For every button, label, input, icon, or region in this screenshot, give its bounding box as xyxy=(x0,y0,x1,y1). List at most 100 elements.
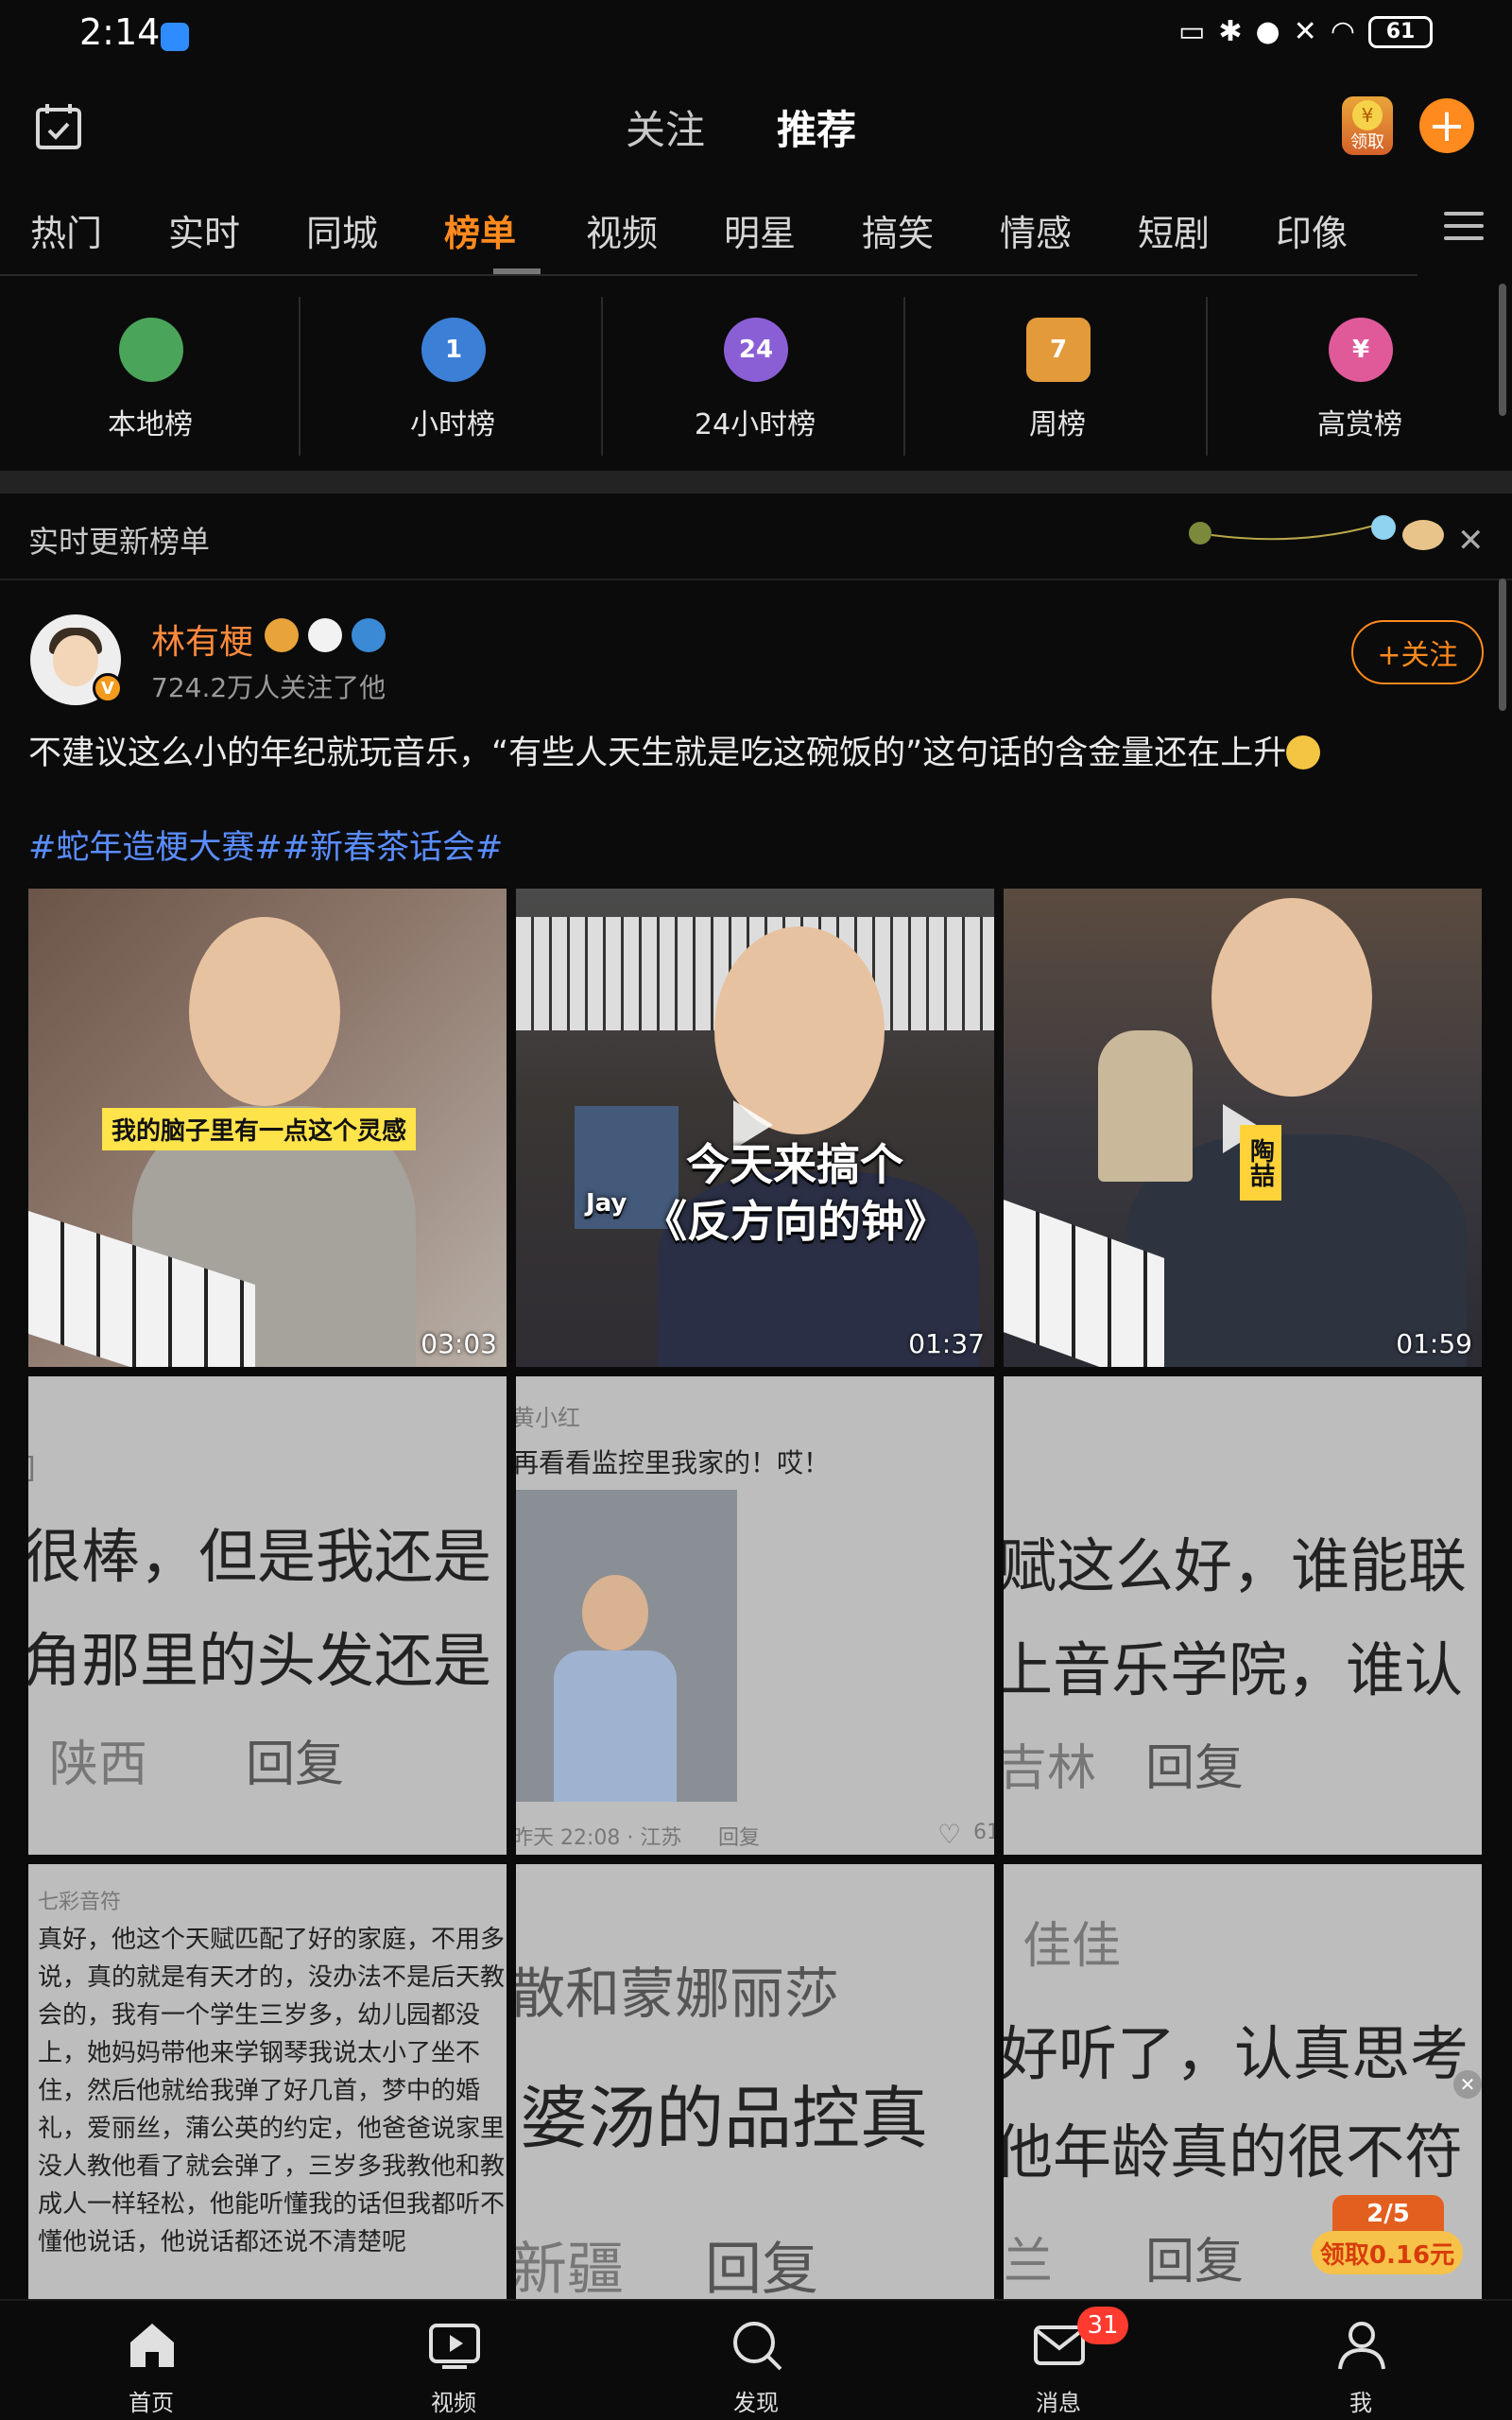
nav-home[interactable]: 首页 xyxy=(0,2301,302,2420)
comment-line1: 好听了，认真思考 xyxy=(1004,2019,1469,2088)
rank-local[interactable]: 本地榜 xyxy=(0,284,301,459)
comment-image-4[interactable]: 七彩音符 真好，他这个天赋匹配了好的家庭，不用多说，真的就是有天才的，没办法不是… xyxy=(28,1864,507,2307)
rank-reward[interactable]: ¥ 高赏榜 xyxy=(1210,284,1510,459)
rank-label: 小时榜 xyxy=(410,408,495,441)
user-badges xyxy=(265,618,386,652)
tab-underline xyxy=(779,156,855,165)
singer-thumb xyxy=(1098,1030,1193,1182)
comment-image-1[interactable]: ] 很棒，但是我还是 角那里的头发还是 陕西 回复 xyxy=(28,1376,507,1855)
location-icon: ● xyxy=(1255,15,1280,48)
figure-head xyxy=(582,1575,648,1651)
heart-yuan-icon: ¥ xyxy=(1329,318,1393,382)
comment-image-2[interactable]: 黄小红 再看看监控里我家的！哎！ 昨天 22:08 · 江苏 回复 ♡ 61 xyxy=(516,1376,994,1855)
nav-discover[interactable]: 发现 xyxy=(605,2301,907,2420)
channel-hot[interactable]: 热门 xyxy=(30,204,102,256)
rank-label: 本地榜 xyxy=(108,408,193,441)
coin-icon: ¥ xyxy=(1352,100,1383,130)
channel-ranking[interactable]: 榜单 xyxy=(444,204,516,256)
cast-icon: ▭ xyxy=(1177,15,1206,48)
tab-recommend[interactable]: 推荐 xyxy=(777,98,857,165)
post-hashtags[interactable]: #蛇年造梗大赛##新春茶话会# xyxy=(28,821,503,869)
nav-label: 消息 xyxy=(1036,2390,1081,2416)
checkin-calendar-icon[interactable] xyxy=(32,100,85,153)
video-duration: 01:59 xyxy=(1396,1328,1472,1359)
comment-user: 佳佳 xyxy=(1022,1918,1122,1975)
scrollbar-thumb[interactable] xyxy=(1499,579,1506,711)
video-caption: 我的脑子里有一点这个灵感 xyxy=(102,1108,417,1150)
map-pin-icon xyxy=(119,318,183,382)
channel-impression[interactable]: 印像 xyxy=(1276,204,1348,256)
comment-line2: 上音乐学院，谁认 xyxy=(1004,1635,1464,1704)
comment-location: 兰 xyxy=(1004,2234,1054,2290)
video-thumbnail-1[interactable]: 我的脑子里有一点这个灵感 03:03 xyxy=(28,889,507,1367)
comment-line2: 他年龄真的很不符 xyxy=(1004,2118,1464,2187)
comment-reply: 回复 xyxy=(246,1737,345,1793)
compose-plus-button[interactable]: + xyxy=(1419,98,1474,153)
promo-widget[interactable]: 2/5 领取0.16元 xyxy=(1312,2195,1463,2278)
comment-paragraph: 真好，他这个天赋匹配了好的家庭，不用多说，真的就是有天才的，没办法不是后天教会的… xyxy=(38,1926,506,2256)
close-icon[interactable]: ✕ xyxy=(1457,522,1485,560)
verified-badge-icon: V xyxy=(93,673,123,703)
vpn-icon xyxy=(161,23,189,51)
realtime-title: 实时更新榜单 xyxy=(28,524,211,560)
follow-button[interactable]: +关注 xyxy=(1351,620,1484,684)
battery-icon: 61 xyxy=(1368,15,1433,48)
rank-24h[interactable]: 24 24小时榜 xyxy=(605,284,905,459)
comment-text: 再看看监控里我家的！哎！ xyxy=(516,1447,831,1478)
comment-reply: 回复 xyxy=(718,1826,761,1850)
rank-label: 24小时榜 xyxy=(694,408,816,441)
channel-row: 热门 实时 同城 榜单 视频 明星 搞笑 情感 短剧 印像 xyxy=(0,185,1418,276)
rank-weekly[interactable]: 7 周榜 xyxy=(907,284,1208,459)
comment-image-5[interactable]: 散和蒙娜丽莎 婆汤的品控真 新疆 回复 xyxy=(516,1864,994,2307)
video-thumbnail-2[interactable]: Jay 今天来搞个 《反方向的钟》 01:37 xyxy=(516,889,994,1367)
tab-follow[interactable]: 关注 xyxy=(626,98,705,156)
user-icon xyxy=(1338,2322,1385,2370)
channel-video[interactable]: 视频 xyxy=(586,204,658,256)
comment-user: 七彩音符 xyxy=(38,1891,122,1914)
nav-me[interactable]: 我 xyxy=(1210,2301,1512,2420)
channel-emotion[interactable]: 情感 xyxy=(1000,204,1072,256)
channel-local[interactable]: 同城 xyxy=(306,204,378,256)
globe-icon xyxy=(352,618,386,652)
follower-count: 724.2万人关注了他 xyxy=(151,672,387,703)
divider xyxy=(903,297,905,456)
nav-video[interactable]: 视频 xyxy=(302,2301,605,2420)
figure-head xyxy=(189,917,340,1106)
wifi-icon: ◠ xyxy=(1330,15,1355,48)
realtime-header: 实时更新榜单 ✕ xyxy=(0,493,1512,580)
comment-location: 新疆 xyxy=(516,2237,624,2303)
channel-divider xyxy=(0,274,1418,276)
comment-location: 吉林 xyxy=(1004,1740,1097,1797)
message-count-badge: 31 xyxy=(1077,2307,1128,2344)
channel-stars[interactable]: 明星 xyxy=(724,204,796,256)
video-thumbnail-3[interactable]: 陶喆 01:59 xyxy=(1004,889,1482,1367)
panda-icon xyxy=(308,618,342,652)
rank-hourly[interactable]: 1 小时榜 xyxy=(302,284,603,459)
channel-menu-icon[interactable] xyxy=(1444,212,1484,242)
section-gap xyxy=(0,471,1512,493)
username[interactable]: 林有梗 xyxy=(151,614,253,664)
nav-label: 我 xyxy=(1349,2390,1372,2416)
album-tag: Jay xyxy=(586,1189,627,1218)
promo-count: 2/5 xyxy=(1332,2195,1444,2233)
comment-reply: 回复 xyxy=(1145,1740,1245,1797)
comment-photo xyxy=(516,1490,737,1802)
tab-recommend-label: 推荐 xyxy=(777,107,857,153)
channel-funny[interactable]: 搞笑 xyxy=(862,204,934,256)
comment-mark: ] xyxy=(28,1452,36,1485)
promo-claim: 领取0.16元 xyxy=(1312,2231,1463,2274)
redpack-button[interactable]: ¥ 领取 xyxy=(1342,96,1393,155)
scrollbar-thumb[interactable] xyxy=(1499,284,1506,416)
nav-messages[interactable]: 31 消息 xyxy=(907,2301,1210,2420)
comment-image-3[interactable]: 赋这么好，谁能联 上音乐学院，谁认 吉林 回复 xyxy=(1004,1376,1482,1855)
clock-24-icon: 24 xyxy=(724,318,788,382)
redpack-label: 领取 xyxy=(1350,132,1384,152)
channel-realtime[interactable]: 实时 xyxy=(168,204,240,256)
comment-reply: 回复 xyxy=(1145,2234,1245,2290)
nav-label: 视频 xyxy=(431,2390,476,2416)
crying-emoji-icon xyxy=(1286,735,1321,769)
channel-short-drama[interactable]: 短剧 xyxy=(1138,204,1210,256)
home-icon xyxy=(130,2324,174,2367)
close-promo-icon[interactable]: ✕ xyxy=(1453,2070,1482,2099)
video-duration: 01:37 xyxy=(908,1328,985,1359)
